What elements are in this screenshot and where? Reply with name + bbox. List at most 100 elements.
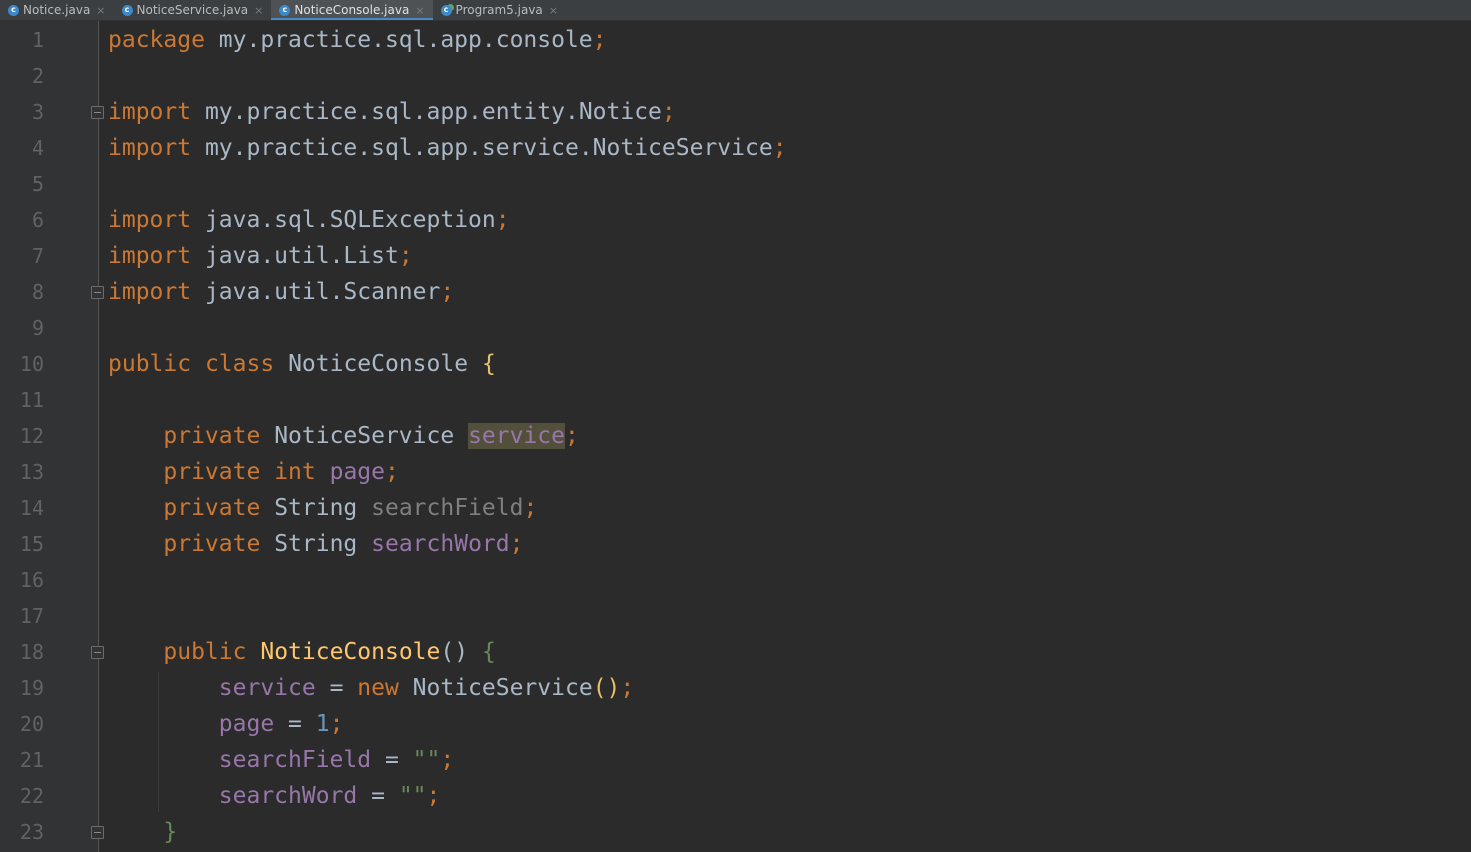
keyword: class xyxy=(204,351,275,377)
code-text: import my.practice.sql.app.entity.Notice… xyxy=(108,94,676,130)
semicolon: ; xyxy=(592,27,607,53)
field-name-highlighted[interactable]: service xyxy=(468,423,565,449)
line-number: 10 xyxy=(19,352,44,376)
parentheses: () xyxy=(440,639,469,665)
import-path: java.util.Scanner xyxy=(191,279,441,305)
keyword: new xyxy=(357,675,399,701)
line-number: 5 xyxy=(31,172,44,196)
semicolon: ; xyxy=(620,675,635,701)
code-line: 2 xyxy=(0,58,1471,94)
number-literal: 1 xyxy=(315,711,330,737)
code-text: import java.util.List; xyxy=(108,238,413,274)
type-name: String xyxy=(274,495,358,521)
semicolon: ; xyxy=(523,495,538,521)
line-number: 17 xyxy=(19,604,44,628)
semicolon: ; xyxy=(509,531,524,557)
semicolon: ; xyxy=(661,99,676,125)
code-text: public NoticeConsole() { xyxy=(108,634,496,670)
close-icon[interactable]: × xyxy=(254,4,263,17)
import-path: my.practice.sql.app.entity.Notice xyxy=(191,99,662,125)
semicolon: ; xyxy=(398,243,413,269)
code-line: 8 import java.util.Scanner; xyxy=(0,274,1471,310)
field-name: searchField xyxy=(218,747,372,773)
line-number: 7 xyxy=(31,244,44,268)
keyword: private xyxy=(163,423,261,449)
code-line: 13 private int page; xyxy=(0,454,1471,490)
type-name: String xyxy=(274,531,358,557)
line-number: 8 xyxy=(31,280,44,304)
unused-field-name: searchField xyxy=(371,495,524,521)
keyword: int xyxy=(274,459,316,485)
code-text: import my.practice.sql.app.service.Notic… xyxy=(108,130,787,166)
code-line: 14 private String searchField; xyxy=(0,490,1471,526)
semicolon: ; xyxy=(440,279,455,305)
line-number: 19 xyxy=(19,676,44,700)
line-number: 9 xyxy=(31,316,44,340)
class-name: NoticeConsole xyxy=(288,351,469,377)
tab-notice-java[interactable]: c Notice.java × xyxy=(0,0,114,20)
semicolon: ; xyxy=(495,207,510,233)
code-line: 19 service = new NoticeService(); xyxy=(0,670,1471,706)
code-text: package my.practice.sql.app.console; xyxy=(108,22,607,58)
code-text: private int page; xyxy=(108,454,398,490)
code-text: import java.util.Scanner; xyxy=(108,274,454,310)
keyword: import xyxy=(108,279,192,305)
semicolon: ; xyxy=(565,423,579,449)
close-icon[interactable]: × xyxy=(549,4,558,17)
close-icon[interactable]: × xyxy=(415,4,424,17)
code-text: public class NoticeConsole { xyxy=(108,346,496,382)
field-name: page xyxy=(329,459,385,485)
code-line: 22 searchWord = ""; xyxy=(0,778,1471,814)
close-icon[interactable]: × xyxy=(96,4,105,17)
code-line: 9 xyxy=(0,310,1471,346)
code-text: } xyxy=(108,814,177,850)
line-number: 18 xyxy=(19,640,44,664)
code-line: 17 xyxy=(0,598,1471,634)
code-text: private String searchField; xyxy=(108,490,537,526)
line-number: 4 xyxy=(31,136,44,160)
code-line: 4 import my.practice.sql.app.service.Not… xyxy=(0,130,1471,166)
brace: { xyxy=(481,351,496,377)
tab-noticeservice-java[interactable]: c NoticeService.java × xyxy=(114,0,272,20)
code-editor[interactable]: 1 package my.practice.sql.app.console; 2… xyxy=(0,21,1471,852)
semicolon: ; xyxy=(772,135,787,161)
assign-operator: = xyxy=(371,747,413,773)
type-name: NoticeService xyxy=(398,675,593,701)
keyword: import xyxy=(108,243,192,269)
code-line: 7 import java.util.List; xyxy=(0,238,1471,274)
line-number: 23 xyxy=(19,820,44,844)
tab-program5-java[interactable]: c Program5.java × xyxy=(433,0,566,20)
code-text: page = 1; xyxy=(108,706,344,742)
keyword: private xyxy=(163,531,261,557)
string-literal: "" xyxy=(398,783,427,809)
semicolon: ; xyxy=(426,783,441,809)
tab-noticeconsole-java[interactable]: c NoticeConsole.java × xyxy=(271,0,433,20)
keyword: public xyxy=(163,639,247,665)
import-path: java.util.List xyxy=(191,243,399,269)
keyword: private xyxy=(163,495,261,521)
type-name: NoticeService xyxy=(274,423,455,449)
line-number: 11 xyxy=(19,388,44,412)
parentheses: () xyxy=(592,675,621,701)
code-line: 6 import java.sql.SQLException; xyxy=(0,202,1471,238)
field-name: service xyxy=(218,675,316,701)
keyword: import xyxy=(108,99,192,125)
assign-operator: = xyxy=(315,675,358,701)
keyword: import xyxy=(108,135,192,161)
code-text: private String searchWord; xyxy=(108,526,523,562)
keyword: public xyxy=(108,351,192,377)
line-number: 1 xyxy=(31,28,44,52)
code-line: 18 public NoticeConsole() { xyxy=(0,634,1471,670)
tab-label: Program5.java xyxy=(455,3,543,17)
keyword: private xyxy=(163,459,261,485)
keyword: package xyxy=(108,27,205,53)
code-text: searchWord = ""; xyxy=(108,778,441,814)
import-path: java.sql.SQLException xyxy=(191,207,496,233)
field-name: page xyxy=(218,711,275,737)
semicolon: ; xyxy=(329,711,344,737)
import-path: my.practice.sql.app.service.NoticeServic… xyxy=(191,135,773,161)
assign-operator: = xyxy=(357,783,399,809)
brace: { xyxy=(481,639,496,665)
code-text: service = new NoticeService(); xyxy=(108,670,634,706)
code-line: 21 searchField = ""; xyxy=(0,742,1471,778)
